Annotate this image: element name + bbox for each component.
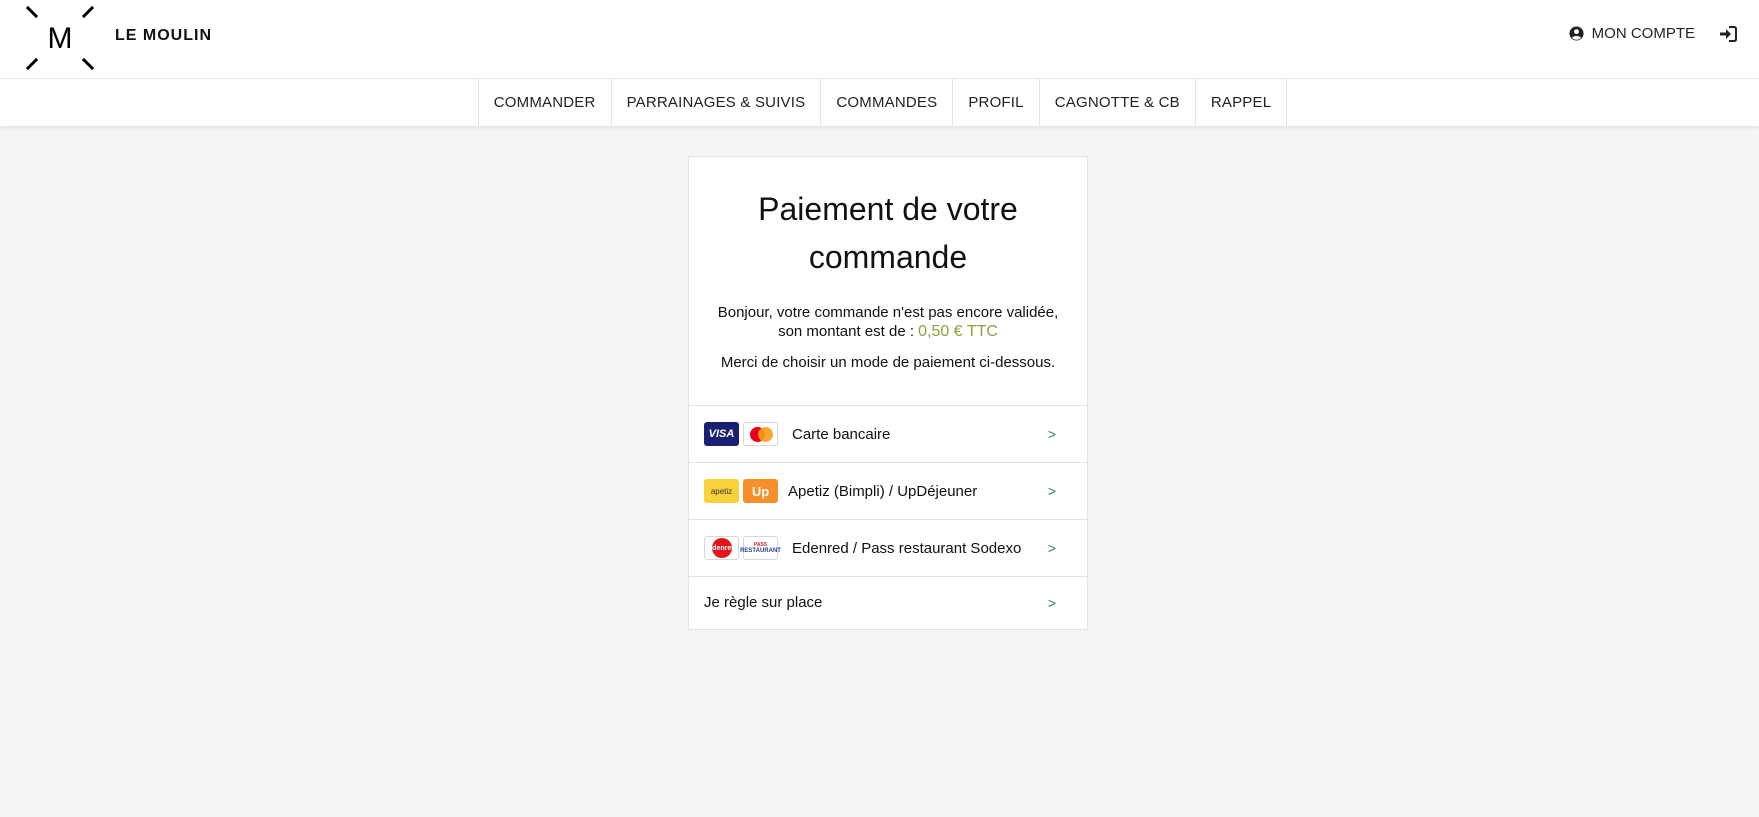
nav-item-rappel[interactable]: RAPPEL	[1194, 79, 1288, 126]
nav-item-commandes[interactable]: COMMANDES	[820, 79, 952, 126]
main-nav: COMMANDER PARRAINAGES & SUIVIS COMMANDES…	[0, 79, 1759, 126]
nav-item-commander[interactable]: COMMANDER	[477, 79, 611, 126]
le-moulin-logo[interactable]: M	[24, 4, 96, 72]
mastercard-logo	[743, 422, 778, 446]
sign-in-icon[interactable]	[1719, 25, 1737, 42]
chevron-right-icon: >	[1047, 483, 1056, 499]
order-amount: 0,50 € TTC	[918, 323, 998, 340]
payment-method-label: Apetiz (Bimpli) / UpDéjeuner	[788, 482, 978, 500]
brand-name: LE MOULIN	[115, 27, 212, 44]
site-header: M LE MOULIN MON COMPTE	[0, 0, 1759, 79]
edenred-logo: Edenred	[704, 536, 739, 560]
chevron-right-icon: >	[1047, 594, 1056, 611]
account-label: MON COMPTE	[1591, 25, 1695, 42]
order-status-text: Bonjour, votre commande n'est pas encore…	[689, 303, 1087, 341]
payment-card: Paiement de votre commande Bonjour, votr…	[688, 156, 1088, 630]
page-title: Paiement de votre commande	[758, 191, 1018, 275]
nav-item-cagnotte[interactable]: CAGNOTTE & CB	[1038, 79, 1195, 126]
payment-method-card[interactable]: VISA Carte bancaire >	[689, 405, 1087, 462]
up-logo: Up	[743, 479, 778, 503]
account-link[interactable]: MON COMPTE	[1569, 25, 1737, 42]
sodexo-pass-logo: PASS RESTAURANT	[740, 536, 781, 560]
intro-text: Bonjour, votre commande n'est pas encore…	[717, 304, 1059, 340]
payment-methods-list: VISA Carte bancaire > apetiz Up Apetiz (…	[689, 405, 1087, 628]
payment-instruction: Merci de choisir un mode de paiement ci-…	[720, 354, 1056, 371]
svg-text:M: M	[48, 22, 73, 55]
payment-method-edenred[interactable]: Edenred PASS RESTAURANT Edenred / Pass r…	[689, 519, 1087, 576]
nav-item-profil[interactable]: PROFIL	[952, 79, 1038, 126]
payment-method-apetiz[interactable]: apetiz Up Apetiz (Bimpli) / UpDéjeuner >	[689, 462, 1087, 519]
apetiz-logo: apetiz	[704, 479, 739, 503]
visa-logo: VISA	[704, 422, 739, 446]
payment-method-on-site[interactable]: Je règle sur place >	[689, 576, 1087, 628]
payment-method-label: Je règle sur place	[704, 594, 823, 611]
payment-method-label: Carte bancaire	[792, 425, 891, 443]
user-circle-icon	[1569, 26, 1584, 41]
chevron-right-icon: >	[1047, 540, 1056, 556]
payment-method-label: Edenred / Pass restaurant Sodexo	[792, 539, 1022, 557]
nav-item-parrainages[interactable]: PARRAINAGES & SUIVIS	[610, 79, 821, 126]
chevron-right-icon: >	[1047, 426, 1056, 442]
